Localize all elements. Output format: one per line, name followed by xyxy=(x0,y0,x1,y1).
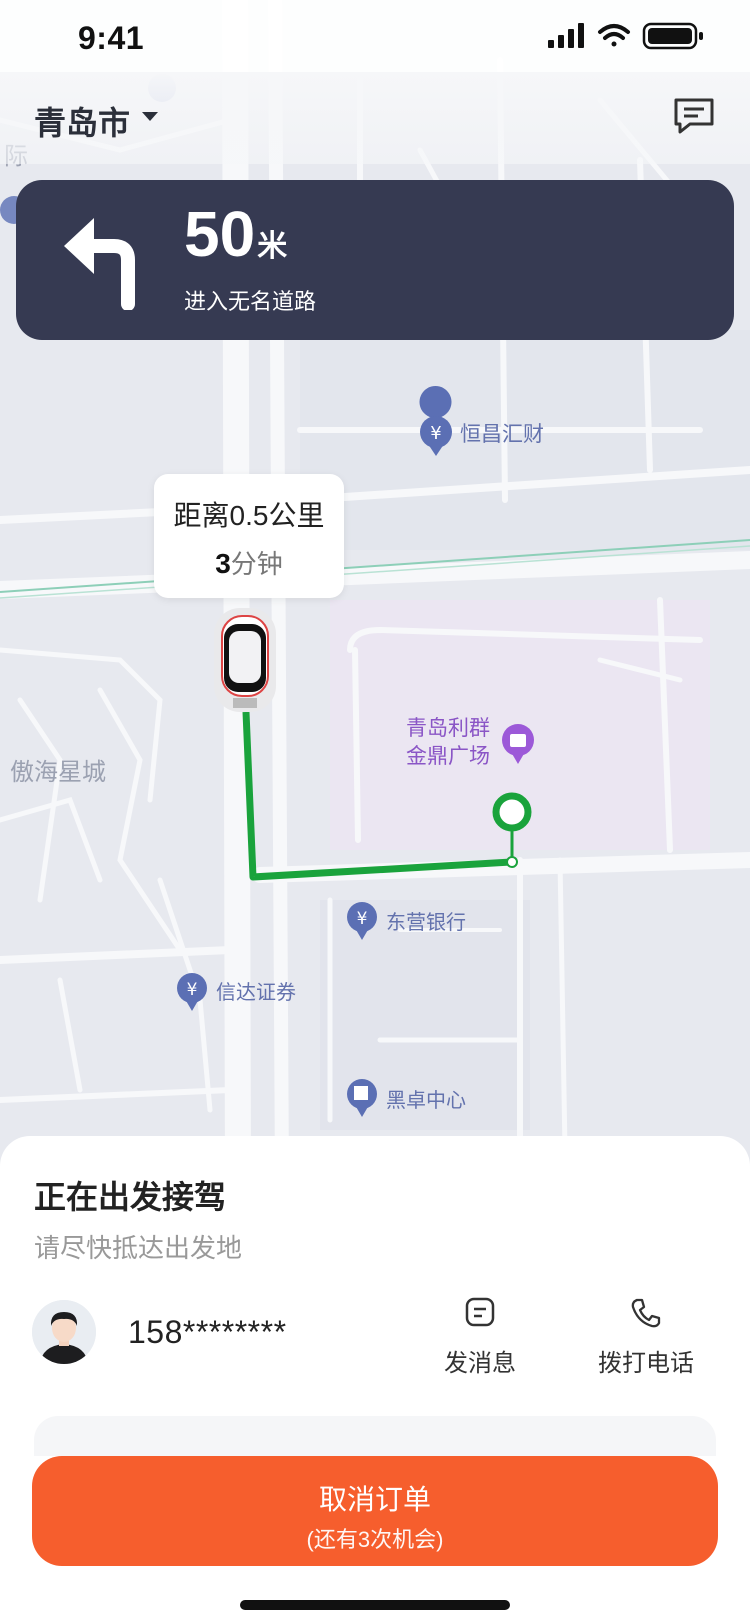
poi-label-xinda: 信达证券 xyxy=(216,982,296,1004)
cancel-order-button[interactable]: 取消订单 (还有3次机会) xyxy=(32,1456,718,1566)
nav-distance-value: 50 xyxy=(184,198,256,270)
turn-left-icon xyxy=(64,218,135,310)
city-selector[interactable]: 青岛市 xyxy=(34,98,130,144)
call-label: 拨打电话 xyxy=(598,1350,694,1377)
nav-distance-unit: 米 xyxy=(257,230,288,263)
status-icons xyxy=(548,22,703,50)
info-card xyxy=(34,1416,716,1456)
cancel-order-label: 取消订单 xyxy=(318,1484,431,1515)
nav-instruction: 进入无名道路 xyxy=(184,289,317,314)
call-button[interactable]: 拨打电话 xyxy=(576,1296,716,1378)
destination-marker xyxy=(492,792,532,832)
send-message-label: 发消息 xyxy=(444,1350,516,1377)
caret-down-icon[interactable] xyxy=(142,112,158,121)
eta-time: 3分钟 xyxy=(154,544,344,581)
sheet-title: 正在出发接驾 xyxy=(34,1179,227,1215)
svg-text:¥: ¥ xyxy=(430,423,441,444)
chat-icon xyxy=(465,1297,495,1327)
eta-distance: 距离0.5公里 xyxy=(173,500,325,531)
map-view[interactable]: ¥ ¥ ¥ 恒昌汇财 青岛利群 金鼎广场 傲海星城 东营银行 信达证券 黑卓中心… xyxy=(0,0,750,1180)
svg-text:¥: ¥ xyxy=(187,980,198,1000)
avatar xyxy=(32,1300,96,1364)
poi-label-hengchang: 恒昌汇财 xyxy=(460,423,544,446)
poi-label-heizhuo: 黑卓中心 xyxy=(386,1090,466,1112)
wifi-icon xyxy=(598,24,630,47)
eta-minutes: 3 xyxy=(215,548,231,579)
svg-text:¥: ¥ xyxy=(357,909,368,929)
avatar-person-icon xyxy=(32,1300,96,1364)
phone-icon xyxy=(631,1298,661,1328)
signal-icon xyxy=(548,23,584,48)
cancel-remaining-label: (还有3次机会) xyxy=(306,1527,444,1552)
message-icon[interactable] xyxy=(672,94,716,138)
nav-distance: 50米 xyxy=(184,202,287,266)
car-marker xyxy=(214,608,276,712)
eta-minutes-unit: 分钟 xyxy=(230,549,283,579)
header-bar: 青岛市 xyxy=(0,72,750,164)
area-label-aohai: 傲海星城 xyxy=(10,759,106,786)
sheet-subtitle: 请尽快抵达出发地 xyxy=(34,1233,243,1263)
poi-label-liqun-2: 金鼎广场 xyxy=(406,745,490,768)
poi-label-liqun-1: 青岛利群 xyxy=(406,717,490,740)
eta-bubble: 距离0.5公里 3分钟 xyxy=(154,474,344,598)
battery-icon xyxy=(642,22,703,50)
navigation-card: 50米 进入无名道路 xyxy=(16,180,734,340)
passenger-phone: 158******** xyxy=(128,1314,287,1350)
send-message-button[interactable]: 发消息 xyxy=(410,1296,550,1378)
status-time: 9:41 xyxy=(78,20,145,56)
poi-label-dongying: 东营银行 xyxy=(386,912,466,934)
status-bar: 9:41 xyxy=(0,0,750,72)
home-indicator[interactable] xyxy=(240,1600,510,1610)
